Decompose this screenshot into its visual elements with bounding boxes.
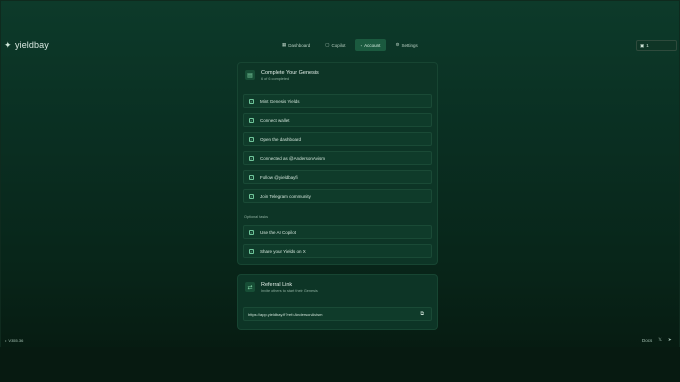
copy-icon[interactable]: ⧉ bbox=[420, 311, 424, 317]
referral-subtitle: Invite others to start their Genesis bbox=[261, 289, 318, 293]
task-open-dashboard[interactable]: ✓ Open the dashboard bbox=[243, 132, 432, 146]
nav-copilot[interactable]: ▢ Copilot bbox=[319, 39, 351, 51]
task-join-telegram[interactable]: ✓ Join Telegram community bbox=[243, 189, 432, 203]
task-connect-wallet[interactable]: ✓ Connect wallet bbox=[243, 113, 432, 127]
brand[interactable]: ✦ yieldbay bbox=[4, 40, 49, 50]
referral-card: ⇄ Referral Link Invite others to start t… bbox=[237, 274, 438, 330]
check-icon: ✓ bbox=[249, 155, 254, 161]
share-icon: ⇄ bbox=[245, 282, 255, 292]
dot-icon: • bbox=[5, 338, 7, 343]
task-follow[interactable]: ✓ Follow @yieldbayfi bbox=[243, 170, 432, 184]
wallet-label: 1 bbox=[646, 43, 649, 48]
nav-account[interactable]: ◦ Account bbox=[354, 39, 387, 51]
task-label: Open the dashboard bbox=[260, 136, 302, 142]
grid-icon: ▦ bbox=[282, 42, 287, 47]
genesis-progress: 6 of 6 completed bbox=[261, 77, 290, 81]
chat-icon: ▢ bbox=[325, 42, 330, 47]
task-mint-genesis[interactable]: ✓ Mint Genesis Yields bbox=[243, 94, 432, 108]
referral-title: Referral Link bbox=[261, 282, 293, 288]
version-indicator: • V355.36 bbox=[5, 338, 23, 343]
brand-name: yieldbay bbox=[15, 40, 49, 50]
referral-link-field[interactable]: https://app.yieldbay.fi?ref=AndersonAvis… bbox=[243, 307, 432, 321]
genesis-card: ▤ Complete Your Genesis 6 of 6 completed… bbox=[237, 62, 438, 265]
nav-account-label: Account bbox=[364, 42, 381, 48]
task-label: Follow @yieldbayfi bbox=[260, 174, 298, 180]
nav-settings[interactable]: ⚙ Settings bbox=[389, 39, 423, 51]
wallet-button[interactable]: ▣ 1 bbox=[636, 40, 677, 51]
task-label: Use the AI Copilot bbox=[260, 229, 297, 235]
docs-link[interactable]: Docs bbox=[642, 338, 652, 343]
bottom-strip bbox=[0, 347, 680, 382]
check-icon: ✓ bbox=[249, 98, 254, 104]
check-icon: ✓ bbox=[249, 248, 254, 254]
task-label: Connect wallet bbox=[260, 117, 290, 123]
gift-icon: ▤ bbox=[245, 70, 255, 80]
task-share-yields[interactable]: ✓ Share your Yields on X bbox=[243, 244, 432, 258]
user-icon: ◦ bbox=[360, 42, 363, 48]
nav-settings-label: Settings bbox=[401, 42, 418, 48]
task-label: Share your Yields on X bbox=[260, 248, 306, 254]
sparkle-icon: ✦ bbox=[4, 40, 12, 50]
main-nav: ▦ Dashboard ▢ Copilot ◦ Account ⚙ Settin… bbox=[276, 39, 424, 51]
nav-copilot-label: Copilot bbox=[331, 42, 346, 48]
nav-dashboard[interactable]: ▦ Dashboard bbox=[276, 39, 316, 51]
telegram-icon[interactable]: ➤ bbox=[668, 337, 672, 343]
referral-link: https://app.yieldbay.fi?ref=AndersonAvis… bbox=[248, 311, 323, 317]
check-icon: ✓ bbox=[249, 193, 254, 199]
nav-dashboard-label: Dashboard bbox=[288, 42, 311, 48]
task-label: Connected as @AndersonAvism bbox=[260, 155, 326, 161]
check-icon: ✓ bbox=[249, 136, 254, 142]
genesis-header: ▤ Complete Your Genesis 6 of 6 completed bbox=[245, 70, 319, 82]
referral-header: ⇄ Referral Link Invite others to start t… bbox=[245, 282, 318, 294]
task-label: Join Telegram community bbox=[260, 193, 311, 199]
gear-icon: ⚙ bbox=[395, 42, 400, 47]
x-icon[interactable]: 𝕏 bbox=[658, 337, 662, 343]
wallet-icon: ▣ bbox=[640, 42, 645, 48]
footer-links: Docs 𝕏 ➤ bbox=[642, 337, 672, 343]
version-label: V355.36 bbox=[8, 338, 24, 343]
task-connected-account[interactable]: ✓ Connected as @AndersonAvism bbox=[243, 151, 432, 165]
check-icon: ✓ bbox=[249, 174, 254, 180]
top-bar: ✦ yieldbay ▦ Dashboard ▢ Copilot ◦ Accou… bbox=[0, 37, 680, 55]
check-icon: ✓ bbox=[249, 117, 254, 123]
task-use-copilot[interactable]: ✓ Use the AI Copilot bbox=[243, 225, 432, 239]
task-label: Mint Genesis Yields bbox=[260, 98, 300, 104]
genesis-title: Complete Your Genesis bbox=[261, 70, 319, 76]
optional-tasks-label: Optional tasks bbox=[244, 215, 269, 219]
check-icon: ✓ bbox=[249, 229, 254, 235]
